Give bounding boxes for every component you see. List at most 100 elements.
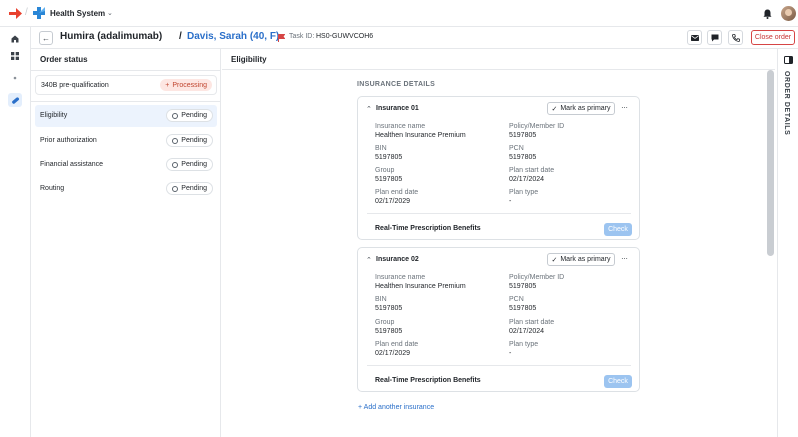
pending-circle-icon: [172, 112, 179, 119]
mark-primary-button[interactable]: ✓ Mark as primary: [547, 253, 615, 266]
divider: [222, 69, 775, 70]
patient-name-link[interactable]: Davis, Sarah (40, F): [187, 31, 279, 42]
drug-name: Humira (adalimumab): [60, 31, 163, 42]
chevron-up-icon[interactable]: ⌃: [366, 256, 372, 264]
close-order-button[interactable]: Close order: [751, 30, 795, 45]
field-value: 02/17/2029: [375, 350, 411, 357]
field-value: 5197805: [509, 132, 537, 139]
mark-primary-label: Mark as primary: [560, 256, 611, 263]
field-value: Healthen Insurance Premium: [375, 283, 466, 290]
more-options-icon[interactable]: ···: [621, 254, 628, 263]
step-prior-authorization[interactable]: Prior authorization Pending: [35, 130, 217, 152]
grid-icon[interactable]: [8, 49, 22, 63]
check-rtpb-button[interactable]: Check: [604, 223, 632, 236]
field-value: 02/17/2029: [375, 198, 411, 205]
prequal-label: 340B pre-qualification: [41, 82, 109, 89]
field-value: Healthen Insurance Premium: [375, 132, 466, 139]
step-label: Routing: [40, 185, 65, 192]
pending-circle-icon: [172, 137, 179, 144]
chevron-up-icon[interactable]: ⌃: [366, 105, 372, 113]
step-routing[interactable]: Routing Pending: [35, 178, 217, 200]
field-label: PCN: [509, 296, 524, 303]
field-label: BIN: [375, 296, 387, 303]
order-details-rail[interactable]: ORDER DETAILS: [777, 49, 798, 437]
field-label: Plan end date: [375, 189, 419, 196]
field-value: 5197805: [509, 305, 537, 312]
scrollbar-thumb[interactable]: [767, 70, 774, 256]
pending-circle-icon: [172, 185, 179, 192]
processing-badge: + Processing: [160, 79, 212, 91]
field-value: 5197805: [375, 176, 403, 183]
mark-primary-label: Mark as primary: [560, 105, 611, 112]
insurance-card-01: ⌃ Insurance 01 ✓ Mark as primary ··· Ins…: [357, 96, 640, 240]
field-value: -: [509, 350, 512, 357]
order-details-label[interactable]: ORDER DETAILS: [783, 71, 790, 135]
field-value: 5197805: [509, 283, 537, 290]
health-system-logo-icon: [33, 7, 45, 19]
check-icon: ✓: [551, 256, 558, 264]
prequal-card[interactable]: 340B pre-qualification + Processing: [35, 75, 217, 95]
brand-arrow-icon: [9, 8, 22, 19]
divider: [367, 213, 631, 214]
field-label: Plan type: [509, 189, 539, 196]
app-name[interactable]: Health System: [50, 9, 105, 18]
title-separator: /: [179, 31, 182, 42]
field-label: Plan start date: [509, 319, 555, 326]
sidebar-panel-icon[interactable]: [784, 56, 793, 64]
field-value: 5197805: [375, 154, 403, 161]
field-label: Policy/Member ID: [509, 274, 565, 281]
order-status-panel: Order status 340B pre-qualification + Pr…: [31, 49, 221, 437]
call-button[interactable]: [728, 30, 743, 45]
bell-icon[interactable]: [763, 9, 772, 19]
field-value: 5197805: [375, 328, 403, 335]
more-options-icon[interactable]: ···: [621, 103, 628, 112]
left-rail: [0, 27, 31, 437]
status-text: Pending: [181, 112, 207, 119]
back-button[interactable]: ←: [39, 31, 53, 45]
insurance-card-02: ⌃ Insurance 02 ✓ Mark as primary ··· Ins…: [357, 247, 640, 392]
field-value: 02/17/2024: [509, 176, 545, 183]
status-text: Pending: [181, 161, 207, 168]
mark-primary-button[interactable]: ✓ Mark as primary: [547, 102, 615, 115]
field-label: Insurance name: [375, 123, 426, 130]
field-label: Group: [375, 319, 395, 326]
insurance-title: Insurance 02: [376, 256, 419, 263]
dot-icon[interactable]: [8, 71, 22, 85]
step-label: Eligibility: [40, 112, 68, 119]
chat-icon: [711, 34, 718, 41]
field-value: 5197805: [375, 305, 403, 312]
brand-divider: /: [25, 7, 28, 18]
insurance-title: Insurance 01: [376, 105, 419, 112]
step-eligibility[interactable]: Eligibility Pending: [35, 105, 217, 127]
step-label: Prior authorization: [40, 137, 97, 144]
pending-circle-icon: [172, 161, 179, 168]
status-text: Pending: [181, 137, 207, 144]
order-status-title: Order status: [40, 55, 88, 64]
check-rtpb-button[interactable]: Check: [604, 375, 632, 388]
field-value: -: [509, 198, 512, 205]
divider: [31, 101, 221, 102]
status-badge: Pending: [166, 109, 213, 122]
field-label: BIN: [375, 145, 387, 152]
status-badge: Pending: [166, 134, 213, 147]
task-id-label: Task ID:: [289, 33, 315, 40]
mail-icon: [690, 34, 699, 41]
email-button[interactable]: [687, 30, 702, 45]
check-icon: ✓: [551, 105, 558, 113]
message-button[interactable]: [707, 30, 722, 45]
task-header: ← Humira (adalimumab) / Davis, Sarah (40…: [31, 27, 798, 49]
task-id-value: HS0-GUWVCOH6: [316, 33, 374, 40]
chevron-down-icon[interactable]: ⌄: [107, 9, 113, 17]
field-value: 02/17/2024: [509, 328, 545, 335]
field-label: Policy/Member ID: [509, 123, 565, 130]
home-icon[interactable]: [8, 32, 22, 46]
eligibility-main: Eligibility INSURANCE DETAILS ⌃ Insuranc…: [222, 49, 775, 437]
add-insurance-link[interactable]: + Add another insurance: [358, 404, 434, 411]
user-avatar[interactable]: [781, 6, 796, 21]
step-financial-assistance[interactable]: Financial assistance Pending: [35, 154, 217, 176]
field-label: Plan type: [509, 341, 539, 348]
section-title: INSURANCE DETAILS: [357, 81, 436, 88]
pill-icon[interactable]: [8, 93, 22, 107]
field-label: PCN: [509, 145, 524, 152]
status-badge: Pending: [166, 182, 213, 195]
